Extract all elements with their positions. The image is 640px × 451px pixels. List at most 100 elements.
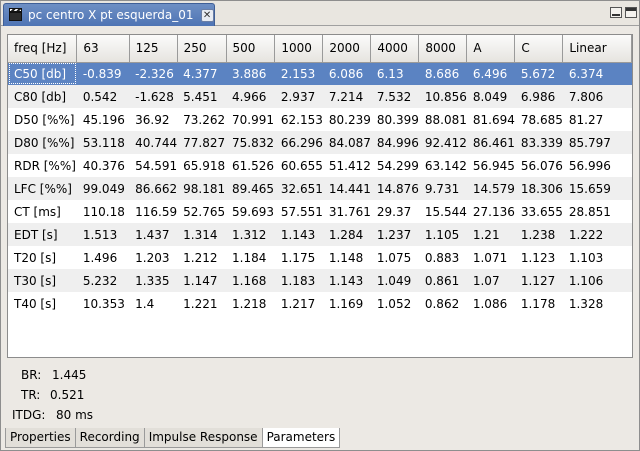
column-header[interactable]: A (466, 35, 516, 63)
table-row[interactable]: C80 [db] 0.542 -1.628 5.451 4.966 2.937 7.214 7… (8, 85, 632, 108)
value-cell: 32.651 (274, 177, 323, 200)
value-cell: 45.196 (82, 112, 125, 127)
value-cell: 1.335 (129, 269, 178, 292)
value-cell: 31.761 (328, 204, 371, 219)
value-cell: 66.296 (274, 131, 323, 154)
column-header[interactable]: 250 (177, 35, 227, 63)
value-cell: 1.238 (514, 223, 563, 246)
table-row[interactable]: T20 [s] 1.496 1.203 1.212 1.184 1.175 1.148 1.0… (8, 246, 632, 269)
value-cell: 8.049 (466, 85, 515, 108)
column-header[interactable]: 1000 (274, 35, 324, 63)
maximize-icon[interactable] (625, 7, 637, 18)
document-tab[interactable]: pc centro X pt esquerda_01 ✕ (3, 3, 215, 26)
column-header[interactable]: 4000 (370, 35, 420, 63)
column-header[interactable]: 63 (76, 35, 130, 63)
app-window: pc centro X pt esquerda_01 ✕ freq [Hz] 63… (0, 0, 640, 451)
value-cell: 51.412 (328, 158, 371, 173)
tab-properties[interactable]: Properties (5, 428, 76, 448)
value-cell: 1.071 (472, 250, 508, 265)
tab-parameters[interactable]: Parameters (261, 428, 341, 448)
tab-impulse-response[interactable]: Impulse Response (143, 428, 263, 448)
value-cell: 1.21 (466, 223, 515, 246)
column-header[interactable]: Linear (562, 35, 632, 63)
value-cell: 6.13 (370, 62, 419, 85)
value-cell: 8.686 (418, 62, 467, 85)
clapperboard-icon (8, 8, 24, 22)
value-cell: 1.212 (183, 250, 218, 265)
value-cell: 1.169 (328, 296, 364, 311)
value-cell: 52.765 (183, 204, 226, 219)
value-cell: 1.314 (177, 223, 226, 246)
table-row[interactable]: D80 [%%] 53.118 40.744 77.827 75.832 66.296 84… (8, 131, 632, 154)
value-cell: 1.183 (274, 269, 323, 292)
table-row[interactable]: T40 [s] 10.353 1.4 1.221 1.218 1.217 1.169 1.05… (8, 292, 632, 315)
value-cell: 15.659 (562, 177, 632, 200)
value-cell: 9.731 (418, 177, 467, 200)
value-cell: 1.123 (520, 250, 556, 265)
value-cell: 33.655 (520, 204, 563, 219)
table-row[interactable]: LFC [%%] 99.049 86.662 98.181 89.465 32.651 14… (8, 177, 632, 200)
value-cell: 98.181 (177, 177, 226, 200)
column-header-parameter[interactable]: freq [Hz] (8, 35, 78, 63)
value-cell: 40.376 (82, 158, 125, 173)
value-cell: 116.59 (135, 204, 178, 219)
table-row[interactable]: C50 [db] -0.839 -2.326 4.377 3.886 2.153 6.086… (8, 62, 632, 85)
value-cell: 77.827 (177, 131, 226, 154)
table-row[interactable]: D50 [%%] 45.196 36.92 73.262 70.991 62.153 80.… (8, 108, 632, 131)
value-cell: 7.806 (562, 85, 632, 108)
value-cell: 10.856 (418, 85, 467, 108)
value-cell: 0.861 (418, 269, 467, 292)
value-cell: 10.353 (82, 296, 125, 311)
value-cell: 1.168 (226, 269, 275, 292)
tr-row: TR: 0.521 (1, 388, 201, 404)
row-label-cell: T20 [s] (14, 250, 57, 265)
tab-recording[interactable]: Recording (74, 428, 145, 448)
row-label-cell: CT [ms] (14, 204, 61, 219)
row-label-cell: T30 [s] (8, 269, 77, 292)
row-label-cell: D80 [%%] (8, 131, 77, 154)
row-label-cell: T40 [s] (14, 296, 57, 311)
row-label-cell: D50 [%%] (14, 112, 75, 127)
value-cell: 84.996 (370, 131, 419, 154)
value-cell: 6.374 (562, 62, 632, 85)
value-cell: 1.103 (568, 250, 604, 265)
value-cell: 1.147 (177, 269, 226, 292)
column-header[interactable]: 500 (226, 35, 276, 63)
value-cell: 78.685 (520, 112, 563, 127)
column-header[interactable]: C (514, 35, 564, 63)
table-row[interactable]: EDT [s] 1.513 1.437 1.314 1.312 1.143 1.284 1.2… (8, 223, 632, 246)
value-cell: 36.92 (135, 112, 170, 127)
value-cell: 88.081 (424, 112, 467, 127)
value-cell: 1.237 (370, 223, 419, 246)
value-cell: 1.175 (280, 250, 316, 265)
column-header[interactable]: 8000 (418, 35, 468, 63)
value-cell: 1.496 (82, 250, 118, 265)
value-cell: 86.461 (466, 131, 515, 154)
value-cell: 54.299 (376, 158, 419, 173)
value-cell: 4.966 (226, 85, 275, 108)
minimize-icon[interactable] (610, 7, 622, 18)
value-cell: 73.262 (183, 112, 226, 127)
table-row[interactable]: T30 [s] 5.232 1.335 1.147 1.168 1.183 1.143 1.0… (8, 269, 632, 292)
value-cell: 1.07 (466, 269, 515, 292)
tr-value: 0.521 (50, 388, 85, 402)
br-row: BR: 1.445 (1, 368, 201, 384)
value-cell: 53.118 (76, 131, 130, 154)
value-cell: 40.744 (129, 131, 178, 154)
value-cell: 0.542 (76, 85, 130, 108)
value-cell: -0.839 (76, 62, 130, 85)
value-cell: 1.105 (418, 223, 467, 246)
column-header[interactable]: 125 (129, 35, 178, 63)
value-cell: 0.883 (424, 250, 460, 265)
value-cell: -2.326 (129, 62, 178, 85)
value-cell: 1.222 (562, 223, 632, 246)
value-cell: 1.148 (328, 250, 364, 265)
table-row[interactable]: CT [ms] 110.18 116.59 52.765 59.693 57.551 31.… (8, 200, 632, 223)
value-cell: 80.239 (328, 112, 371, 127)
table-row[interactable]: RDR [%%] 40.376 54.591 65.918 61.526 60.655 51… (8, 154, 632, 177)
close-tab-icon[interactable]: ✕ (200, 8, 214, 22)
column-header[interactable]: 2000 (322, 35, 372, 63)
itdg-value: 80 ms (56, 408, 94, 422)
document-tab-bar: pc centro X pt esquerda_01 ✕ (1, 1, 639, 26)
value-cell: 5.451 (177, 85, 226, 108)
